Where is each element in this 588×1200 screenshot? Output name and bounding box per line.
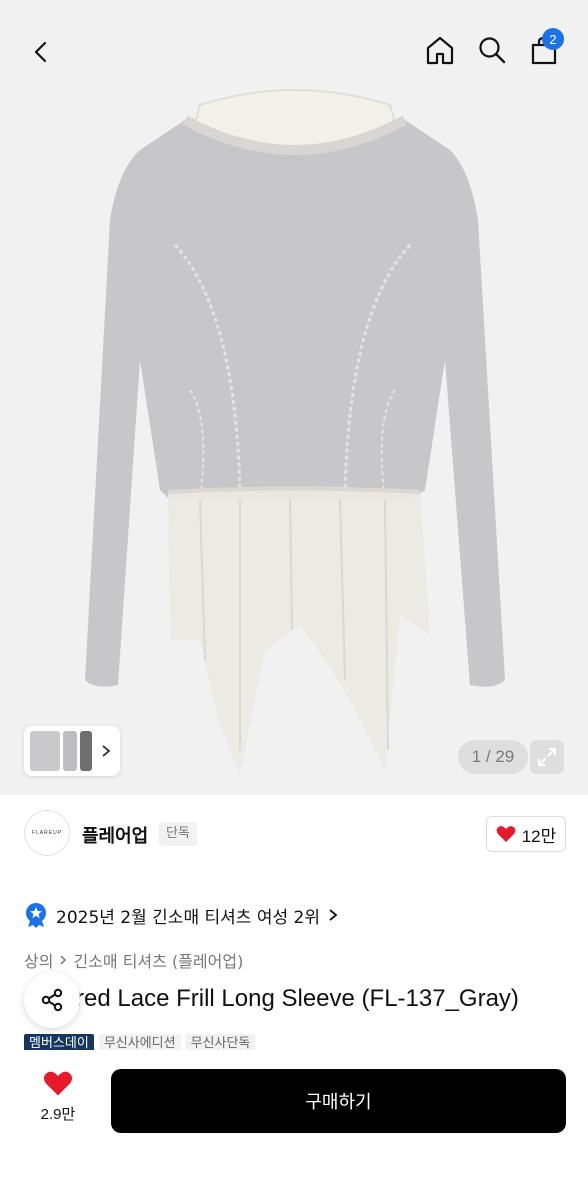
buy-button[interactable]: 구매하기 [111, 1069, 566, 1133]
image-counter: 1 / 29 [458, 740, 528, 774]
breadcrumb-subcategory[interactable]: 긴소매 티셔츠 (플레어업) [73, 948, 243, 972]
search-icon [479, 37, 506, 64]
wishlist-count: 2.9만 [40, 1106, 76, 1123]
product-title-container: Layered Lace Frill Long Sleeve (FL-137_G… [24, 985, 584, 1025]
chevron-right-icon [60, 955, 67, 965]
thumbnail-strip[interactable] [24, 726, 120, 776]
home-icon [426, 36, 454, 65]
search-button[interactable] [470, 28, 514, 72]
brand-exclusive-tag: 단독 [159, 822, 197, 846]
thumbnail-2[interactable] [63, 731, 77, 771]
brand-logo[interactable]: FLAREUP [24, 810, 70, 856]
ranking-link[interactable]: 2025년 2월 긴소매 티셔츠 여성 2위 [24, 900, 338, 930]
brand-like-button[interactable]: 12만 [486, 816, 566, 852]
brand-like-count: 12만 [521, 826, 557, 846]
cart-button[interactable]: 2 [522, 28, 566, 72]
top-navigation-bar: 2 [0, 0, 588, 100]
ranking-badge-icon [26, 903, 46, 928]
product-image-gallery[interactable]: 2 1 / 29 [0, 0, 588, 795]
brand-row: FLAREUP 플레어업 단독 12만 [0, 806, 588, 866]
product-title: Layered Lace Frill Long Sleeve (FL-137_G… [24, 985, 519, 1012]
chevron-left-icon [34, 41, 47, 63]
chevron-right-icon [102, 745, 111, 757]
chevron-right-icon [329, 909, 338, 921]
cart-count-badge: 2 [542, 28, 564, 50]
expand-icon [538, 748, 556, 766]
expand-button[interactable] [530, 740, 564, 774]
share-button[interactable] [24, 972, 80, 1028]
share-icon [41, 988, 63, 1012]
thumbnail-3[interactable] [80, 731, 92, 771]
product-photo [85, 89, 505, 775]
home-button[interactable] [418, 28, 462, 72]
ranking-text: 2025년 2월 긴소매 티셔츠 여성 2위 [56, 907, 320, 928]
heart-icon [496, 826, 516, 842]
thumbnail-1[interactable] [30, 731, 60, 771]
breadcrumb-category[interactable]: 상의 [24, 948, 53, 972]
bottom-purchase-bar: 2.9만 구매하기 [0, 1050, 588, 1200]
back-button[interactable] [20, 30, 64, 74]
brand-name[interactable]: 플레어업 [82, 822, 148, 848]
heart-icon [43, 1071, 73, 1096]
breadcrumb: 상의 긴소매 티셔츠 (플레어업) [24, 948, 243, 972]
wishlist-button[interactable]: 2.9만 [28, 1070, 88, 1134]
